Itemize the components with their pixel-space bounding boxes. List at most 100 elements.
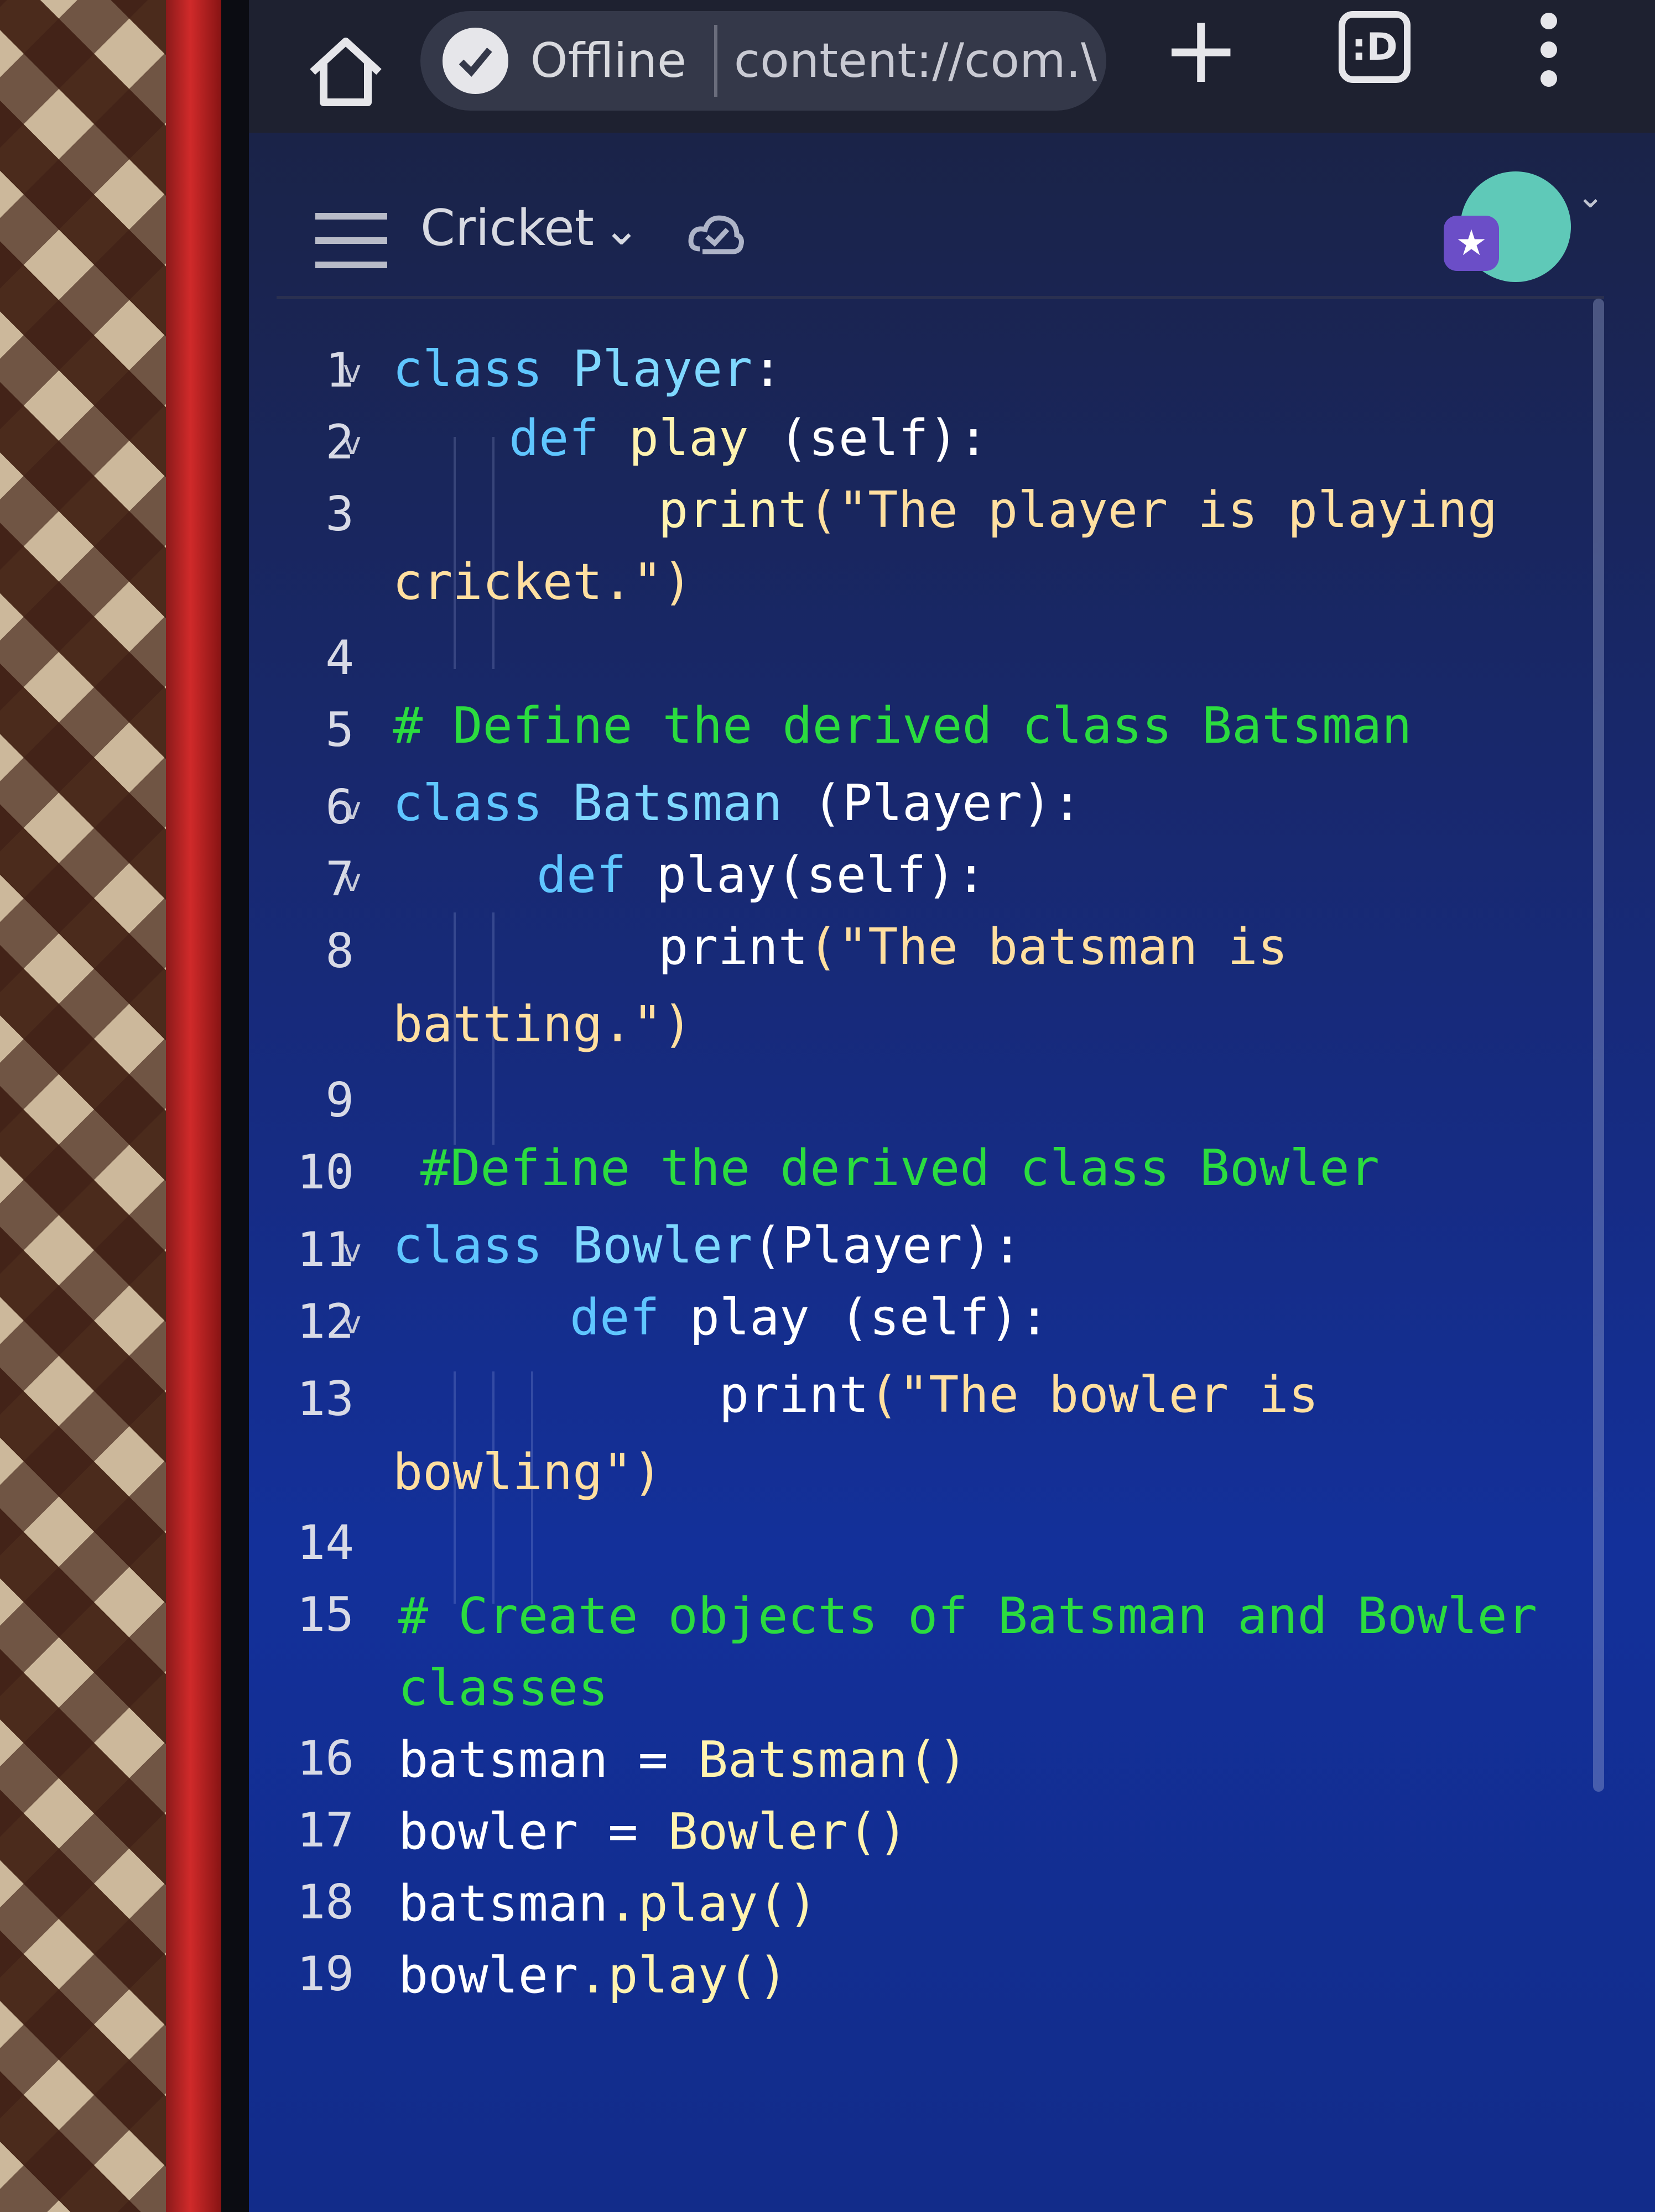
code-line-3: print("The player is playing [658, 481, 1497, 539]
keyword-token: def [570, 1288, 660, 1347]
function-call-token: print [658, 481, 808, 539]
line-number: 13 [296, 1371, 354, 1427]
keyword-token: class [393, 1217, 543, 1275]
code-line-15-wrap: classes [398, 1659, 608, 1717]
header-divider [277, 296, 1604, 299]
keyword-token: class [393, 340, 543, 398]
variable-token: batsman [398, 1731, 608, 1789]
keyword-token: def [537, 846, 627, 904]
code-line-16: batsman = Batsman() [398, 1731, 968, 1789]
function-call-token: print [658, 918, 808, 976]
function-name-token: play [656, 846, 777, 904]
offline-status-label: Offline [530, 33, 686, 88]
code-line-17: bowler = Bowler() [398, 1803, 908, 1861]
line-number: 14 [296, 1515, 354, 1571]
code-line-13: print("The bowler is [719, 1366, 1319, 1424]
line-number: 18 [296, 1875, 354, 1930]
method-call-token: .play() [578, 1947, 788, 2005]
avatar-chevron-icon[interactable]: ⌄ [1576, 177, 1604, 216]
class-name-token: Bowler [573, 1217, 753, 1275]
code-line-7: def play(self): [537, 846, 986, 904]
line-number: 17 [296, 1803, 354, 1858]
line-number: 3 [325, 487, 354, 542]
background-fabric [0, 0, 188, 2212]
variable-token: bowler [398, 1803, 579, 1861]
comment-token: #Define the derived class Bowler [420, 1139, 1380, 1197]
string-token: ("The bowler is [868, 1366, 1319, 1424]
cloud-sync-icon[interactable] [686, 205, 747, 265]
code-line-8-wrap: batting.") [393, 995, 693, 1053]
fold-chevron-icon[interactable]: v [343, 426, 361, 462]
operator-token: = [578, 1803, 668, 1861]
code-line-3-wrap: cricket.") [393, 553, 693, 611]
code-line-12: def play (self): [570, 1288, 1049, 1347]
home-icon[interactable] [304, 33, 387, 111]
new-tab-icon[interactable]: + [1162, 3, 1240, 97]
string-token: bowling") [393, 1443, 663, 1501]
constructor-call-token: Bowler() [668, 1803, 908, 1861]
code-line-15: # Create objects of Batsman and Bowler [398, 1587, 1537, 1645]
string-token: cricket.") [393, 553, 693, 611]
params-token: (Player): [752, 1217, 1022, 1275]
chevron-down-icon[interactable]: ⌄ [603, 204, 640, 255]
url-divider [714, 25, 717, 97]
line-number: 4 [325, 630, 354, 686]
line-number: 15 [296, 1587, 354, 1642]
line-number: 12 [296, 1294, 354, 1349]
constructor-call-token: Batsman() [698, 1731, 968, 1789]
comment-token: # Define the derived class Batsman [393, 697, 1412, 755]
line-number: 16 [296, 1731, 354, 1786]
tab-switcher-button[interactable]: :D [1339, 11, 1411, 83]
code-line-8: print("The batsman is [658, 918, 1288, 976]
line-number: 10 [296, 1145, 354, 1200]
class-name-token: Player [573, 340, 753, 398]
params-token: (Player): [782, 774, 1082, 832]
code-editor[interactable]: 1 2 3 4 5 6 7 8 9 10 11 12 13 14 15 16 1… [260, 310, 1621, 2212]
code-line-18: batsman.play() [398, 1875, 818, 1933]
punct-token: : [752, 340, 783, 398]
hamburger-menu-icon[interactable] [315, 213, 387, 268]
comment-token: classes [398, 1659, 608, 1717]
function-name-token: play [628, 409, 749, 467]
fold-chevron-icon[interactable]: v [343, 791, 361, 827]
params-token: (self): [809, 1288, 1049, 1347]
tab-count-label: :D [1351, 25, 1398, 69]
variable-token: batsman [398, 1875, 608, 1933]
line-number: 1 [325, 343, 354, 398]
string-token: ("The batsman is [808, 918, 1288, 976]
fold-chevron-icon[interactable]: v [343, 863, 361, 899]
class-name-token: Batsman [573, 774, 783, 832]
comment-token: # Create objects of Batsman and Bowler [398, 1587, 1538, 1645]
code-line-19: bowler.play() [398, 1947, 788, 2005]
app-header: Cricket ⌄ ★ ⌄ [277, 160, 1604, 299]
code-line-13-wrap: bowling") [393, 1443, 663, 1501]
keyword-token: def [509, 409, 599, 467]
phone-case-edge [166, 0, 227, 2212]
line-number: 6 [325, 780, 354, 835]
function-call-token: print [719, 1366, 869, 1424]
keyword-token: class [393, 774, 543, 832]
fold-chevron-icon[interactable]: v [343, 1305, 361, 1341]
function-name-token: play [689, 1288, 810, 1347]
params-token: (self): [776, 846, 986, 904]
code-line-10: #Define the derived class Bowler [420, 1139, 1380, 1197]
fold-chevron-icon[interactable]: v [343, 1233, 361, 1269]
fold-chevron-icon[interactable]: v [343, 354, 361, 390]
line-number: 5 [325, 702, 354, 758]
address-bar[interactable]: Offline content://com.\ [420, 11, 1106, 111]
code-line-1: class Player: [393, 340, 782, 398]
star-badge-icon: ★ [1444, 216, 1499, 271]
line-number: 9 [325, 1073, 354, 1128]
code-line-5: # Define the derived class Batsman [393, 697, 1412, 755]
string-token: batting.") [393, 995, 693, 1053]
code-line-2: def play (self): [509, 409, 988, 467]
more-menu-icon[interactable] [1527, 0, 1571, 100]
project-title[interactable]: Cricket [420, 199, 594, 257]
url-text[interactable]: content://com.\ [734, 33, 1106, 88]
string-token: ("The player is playing [808, 481, 1498, 539]
params-token: (self): [748, 409, 988, 467]
line-number: 2 [325, 415, 354, 470]
line-number: 7 [325, 852, 354, 907]
code-line-6: class Batsman (Player): [393, 774, 1082, 832]
operator-token: = [608, 1731, 698, 1789]
